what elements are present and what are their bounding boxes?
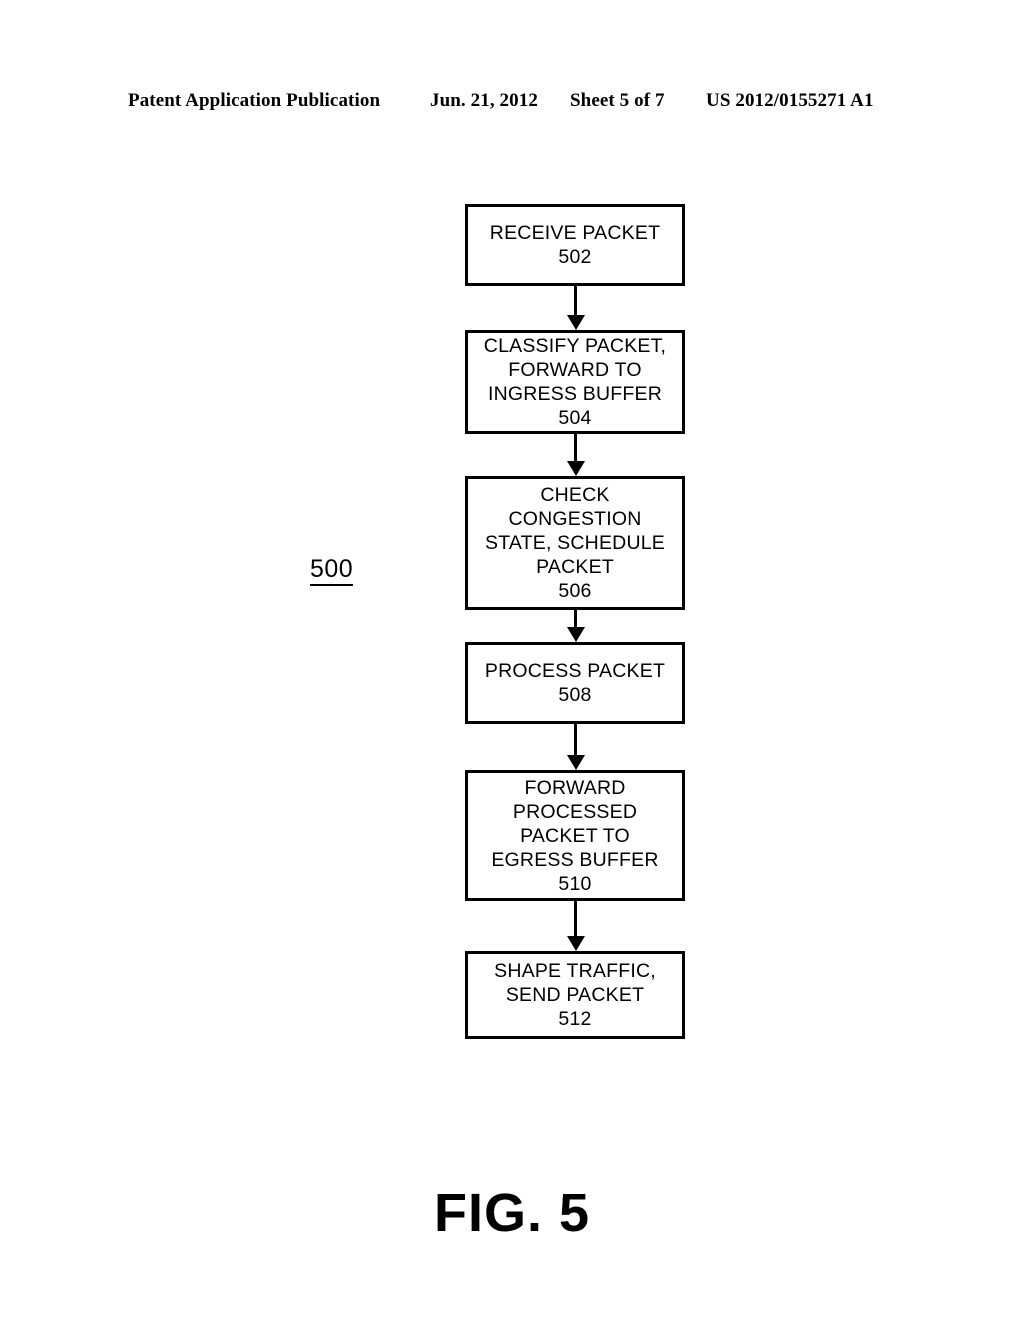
flow-edge-504-to-506 — [567, 434, 585, 476]
flow-node-512-line-2: SEND PACKET — [505, 984, 645, 1006]
flow-node-512-line-1: SHAPE TRAFFIC, — [494, 960, 656, 982]
arrow-down-icon — [567, 755, 585, 770]
flow-node-512: SHAPE TRAFFIC, SEND PACKET 512 — [465, 951, 685, 1039]
arrow-down-icon — [567, 936, 585, 951]
flow-node-508-ref: 508 — [558, 684, 592, 706]
figure-caption: FIG. 5 — [433, 1183, 591, 1243]
flow-node-506-line-4: PACKET — [536, 556, 614, 578]
arrow-down-icon — [567, 315, 585, 330]
flow-edge-508-to-510 — [567, 724, 585, 770]
flow-node-502-line-1: RECEIVE PACKET — [489, 222, 661, 244]
arrow-down-icon — [567, 461, 585, 476]
flow-node-502-ref: 502 — [558, 246, 592, 268]
flow-node-506: CHECK CONGESTION STATE, SCHEDULE PACKET … — [465, 476, 685, 610]
flow-node-504-line-2: FORWARD TO — [508, 359, 642, 381]
edge-line — [574, 286, 577, 316]
edge-line — [574, 610, 577, 628]
diagram-reference-numeral: 500 — [310, 556, 354, 586]
flow-node-506-line-1: CHECK — [540, 484, 610, 506]
flow-node-510-ref: 510 — [558, 872, 592, 895]
flow-node-504-ref: 504 — [558, 407, 592, 429]
flow-edge-502-to-504 — [567, 286, 585, 330]
flow-node-504-line-3: INGRESS BUFFER — [488, 383, 662, 405]
flow-node-504: CLASSIFY PACKET, FORWARD TO INGRESS BUFF… — [465, 330, 685, 434]
arrow-down-icon — [567, 627, 585, 642]
flow-node-506-ref: 506 — [558, 580, 592, 602]
edge-line — [574, 434, 577, 462]
flow-edge-506-to-508 — [567, 610, 585, 642]
flow-node-510: FORWARD PROCESSED PACKET TO EGRESS BUFFE… — [465, 770, 685, 901]
flow-node-504-line-1: CLASSIFY PACKET, — [483, 335, 667, 357]
flow-node-506-line-3: STATE, SCHEDULE — [485, 532, 665, 554]
flow-node-508-line-1: PROCESS PACKET — [484, 660, 666, 682]
flow-node-510-line-4: EGRESS BUFFER — [491, 848, 659, 871]
flow-node-510-line-1: FORWARD — [524, 776, 626, 799]
flow-node-506-line-2: CONGESTION — [508, 508, 642, 530]
flow-node-502: RECEIVE PACKET 502 — [465, 204, 685, 286]
flow-edge-510-to-512 — [567, 901, 585, 951]
flow-node-510-line-2: PROCESSED — [512, 800, 638, 823]
flow-node-512-ref: 512 — [558, 1008, 592, 1030]
edge-line — [574, 901, 577, 937]
edge-line — [574, 724, 577, 756]
flowchart-500: RECEIVE PACKET 502 CLASSIFY PACKET, FORW… — [0, 0, 1024, 1320]
flow-node-510-line-3: PACKET TO — [520, 824, 630, 847]
flow-node-508: PROCESS PACKET 508 — [465, 642, 685, 724]
